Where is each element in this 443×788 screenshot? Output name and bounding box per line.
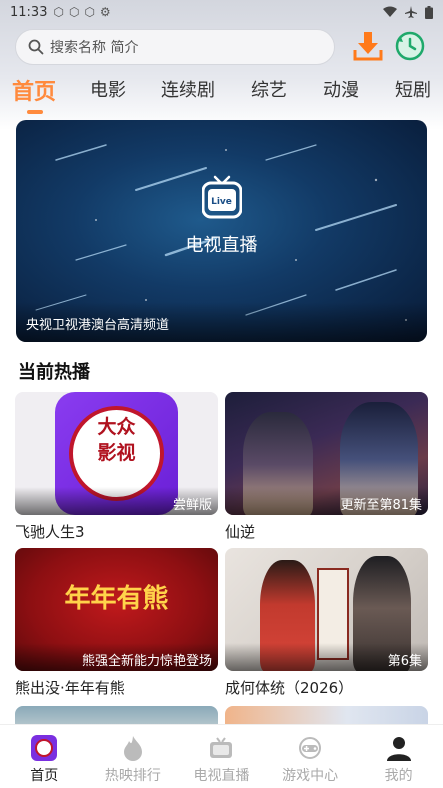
video-title: 飞驰人生3 — [15, 523, 85, 541]
status-bar: 11:33 ⬡ ⬡ ⬡ ⚙ — [0, 0, 443, 24]
live-center: Live 电视直播 — [16, 175, 427, 257]
nav-home[interactable]: 首页 — [0, 725, 89, 788]
search-placeholder: 搜索名称 简介 — [50, 40, 139, 56]
tab-anime[interactable]: 动漫 — [323, 76, 359, 102]
battery-icon — [425, 5, 433, 19]
nav-ranking[interactable]: 热映排行 — [89, 725, 178, 788]
video-card[interactable]: 第6集 成何体统（2026） — [225, 548, 428, 698]
video-thumbnail: 更新至第81集 — [225, 392, 428, 515]
home-app-icon — [30, 735, 58, 761]
download-button[interactable] — [353, 30, 383, 62]
search-row: 搜索名称 简介 — [15, 28, 428, 66]
video-title: 熊出没·年年有熊 — [15, 679, 125, 697]
section-title: 当前热播 — [18, 362, 90, 383]
video-thumbnail: 第6集 — [225, 548, 428, 671]
live-icon-text: Live — [211, 197, 232, 207]
nav-label: 热映排行 — [104, 768, 161, 784]
nav-mine[interactable]: 我的 — [354, 725, 443, 788]
nav-game-center[interactable]: 游戏中心 — [266, 725, 355, 788]
video-card[interactable]: 大众影视 尝鲜版 飞驰人生3 — [15, 392, 218, 542]
airplane-icon — [405, 6, 417, 18]
video-title: 成何体统（2026） — [225, 679, 354, 697]
history-clock-icon — [395, 31, 425, 61]
video-card[interactable]: 更新至第81集 仙逆 — [225, 392, 428, 542]
live-tv-banner[interactable]: Live 电视直播 央视卫视港澳台高清频道 — [16, 120, 427, 342]
video-title: 仙逆 — [225, 523, 256, 541]
poster-art-text: 年年有熊 — [64, 584, 169, 614]
active-tab-indicator — [27, 110, 43, 114]
video-badge: 尝鲜版 — [15, 487, 218, 515]
status-time: 11:33 — [10, 4, 48, 20]
history-button[interactable] — [395, 31, 425, 61]
wifi-icon — [383, 6, 397, 17]
search-icon — [28, 39, 44, 55]
video-thumbnail: 年年有熊 熊强全新能力惊艳登场 — [15, 548, 218, 671]
category-tabs: 首页 电影 连续剧 综艺 动漫 短剧 — [0, 72, 443, 116]
bottom-nav: 首页 热映排行 电视直播 游戏中心 我的 — [0, 724, 443, 788]
tab-home[interactable]: 首页 — [12, 74, 56, 106]
search-box[interactable]: 搜索名称 简介 — [15, 29, 335, 65]
fire-icon — [119, 735, 147, 761]
cube-icon: ⬡ — [84, 5, 95, 19]
tab-movie[interactable]: 电影 — [90, 76, 126, 102]
video-thumbnail: 大众影视 尝鲜版 — [15, 392, 218, 515]
nav-label: 游戏中心 — [282, 768, 339, 784]
video-badge: 更新至第81集 — [225, 487, 428, 515]
banner-caption: 央视卫视港澳台高清频道 — [16, 302, 427, 342]
tv-icon — [207, 735, 235, 761]
nav-live-tv[interactable]: 电视直播 — [177, 725, 266, 788]
video-badge: 第6集 — [225, 643, 428, 671]
video-badge: 熊强全新能力惊艳登场 — [15, 643, 218, 671]
gamepad-icon — [296, 735, 324, 761]
tab-variety[interactable]: 综艺 — [251, 76, 287, 102]
user-icon — [385, 735, 413, 761]
tab-series[interactable]: 连续剧 — [161, 76, 215, 102]
logo-text: 大众影视 — [97, 416, 136, 464]
cube-icon: ⬡ — [53, 5, 64, 19]
tab-short-drama[interactable]: 短剧 — [395, 76, 431, 102]
nav-label: 我的 — [384, 768, 413, 784]
download-icon — [353, 32, 383, 61]
cube-icon: ⬡ — [68, 5, 80, 19]
nav-label: 首页 — [30, 768, 59, 784]
settings-icon: ⚙ — [99, 5, 111, 19]
video-card[interactable]: 年年有熊 熊强全新能力惊艳登场 熊出没·年年有熊 — [15, 548, 218, 698]
banner-title: 电视直播 — [185, 235, 258, 256]
nav-label: 电视直播 — [193, 768, 250, 784]
